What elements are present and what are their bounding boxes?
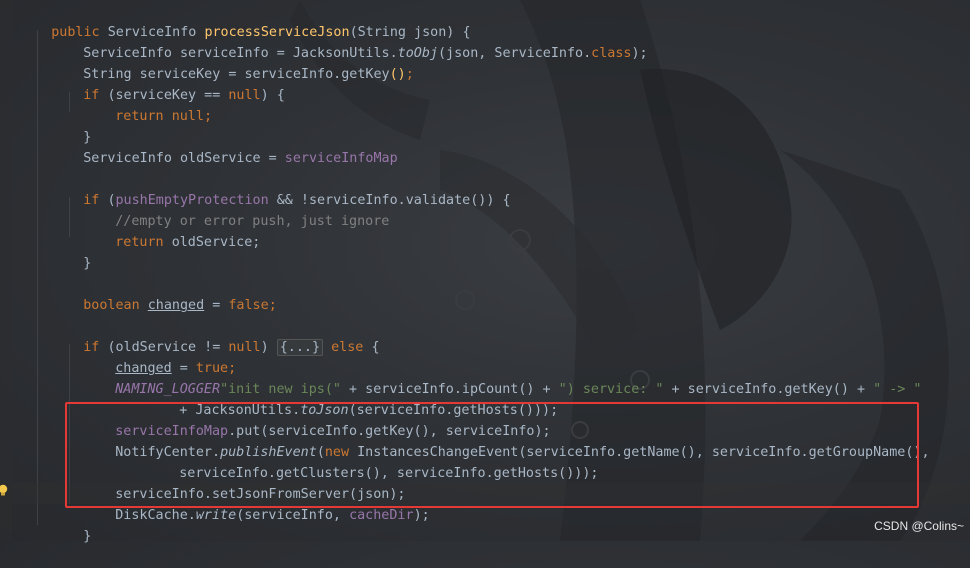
string: ") service: " <box>558 382 664 397</box>
code-text: ); <box>631 46 648 61</box>
code-text: ) { <box>260 88 285 103</box>
keyword: null <box>171 109 204 124</box>
code-line-1: public ServiceInfo processServiceJson(St… <box>19 1 470 40</box>
code-line-6: } <box>51 106 91 145</box>
code-line-12: } <box>51 232 91 271</box>
variable: changed <box>147 298 205 313</box>
code-text: = <box>204 298 229 313</box>
keyword: return <box>115 109 172 124</box>
code-line-9: if (pushEmptyProtection && !serviceInfo.… <box>51 169 510 208</box>
static-method: write <box>195 508 237 523</box>
code-line-5: return null; <box>83 85 212 124</box>
keyword: return <box>115 235 172 250</box>
code-text: ) <box>260 340 277 355</box>
semicolon: ; <box>203 109 212 124</box>
keyword: class <box>591 46 632 61</box>
code-line-14: boolean changed = false; <box>51 274 277 313</box>
field: cacheDir <box>349 508 414 523</box>
brace: } <box>83 529 92 544</box>
keyword: else <box>323 340 372 355</box>
code-line-2: ServiceInfo serviceInfo = JacksonUtils.t… <box>51 22 647 61</box>
code-text: DiskCache. <box>115 508 196 523</box>
code-text: ServiceInfo oldService = <box>83 151 285 166</box>
semicolon: ; <box>268 298 277 313</box>
brace: } <box>83 256 92 271</box>
code-line-17: changed = true; <box>83 337 236 376</box>
code-line-7: ServiceInfo oldService = serviceInfoMap <box>51 127 397 166</box>
code-line-19: + JacksonUtils.toJson(serviceInfo.getHos… <box>147 379 558 418</box>
code-text: oldService; <box>171 235 261 250</box>
code-text: (json, ServiceInfo. <box>437 46 592 61</box>
code-text: + serviceInfo.getKey() + <box>663 382 874 397</box>
keyword: boolean <box>83 298 148 313</box>
string: " -> " <box>873 382 922 397</box>
code-line-16: if (oldService != null) {...} else { <box>51 316 380 356</box>
code-line-11: return oldService; <box>83 211 260 250</box>
folded-region[interactable]: {...} <box>276 339 324 356</box>
keyword: false <box>228 298 269 313</box>
red-highlight-box <box>65 402 919 508</box>
watermark: CSDN @Colins~ <box>874 519 964 533</box>
code-text: (serviceInfo, <box>236 508 350 523</box>
code-line-10: //empty or error push, just ignore <box>83 190 389 229</box>
parens: () <box>389 67 406 82</box>
brace: { <box>371 340 380 355</box>
code-text: ); <box>413 508 430 523</box>
code-line-25: } <box>51 505 91 544</box>
keyword: null <box>228 88 261 103</box>
code-line-3: String serviceKey = serviceInfo.getKey()… <box>51 43 414 82</box>
lightbulb-icon[interactable] <box>0 484 8 497</box>
code-line-18: NAMING_LOGGER"init new ips(" + serviceIn… <box>83 358 921 397</box>
field: serviceInfoMap <box>284 151 398 166</box>
semicolon: ; <box>405 67 414 82</box>
code-line-4: if (serviceKey == null) { <box>51 64 285 103</box>
